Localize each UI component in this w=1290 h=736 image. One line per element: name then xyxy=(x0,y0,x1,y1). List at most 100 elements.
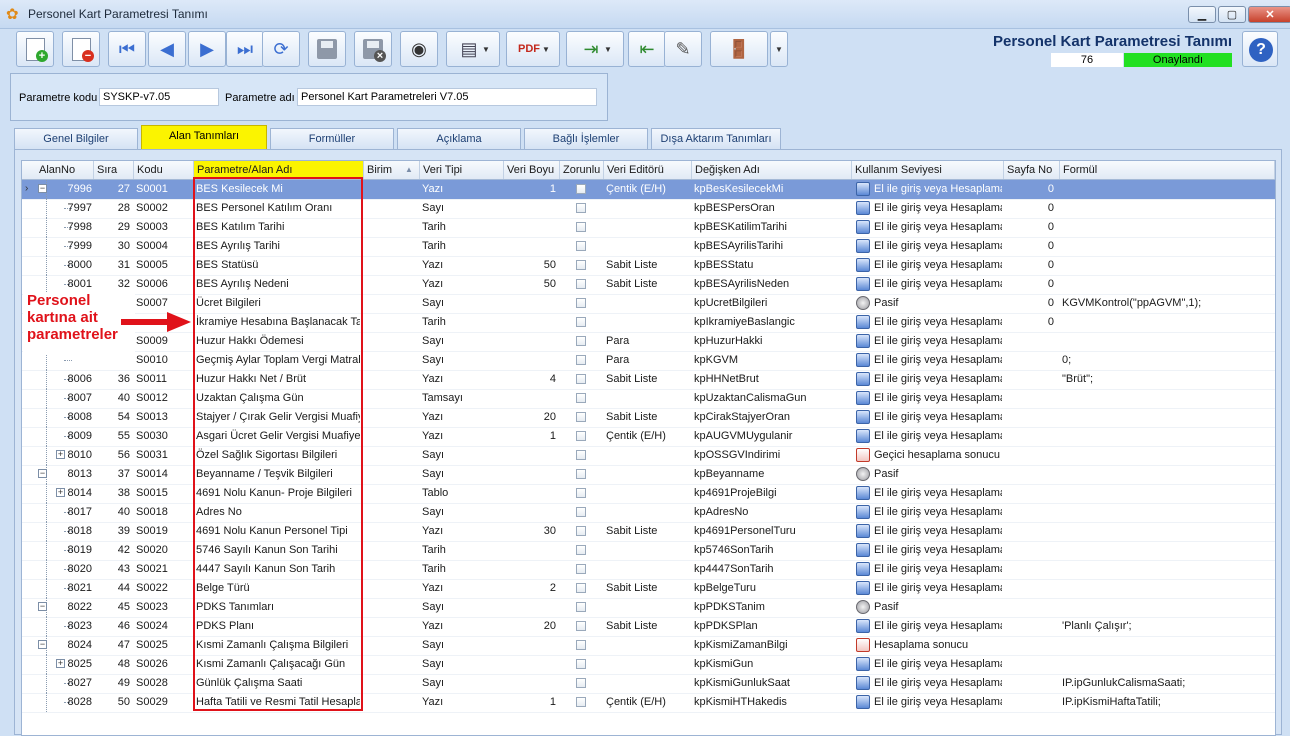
required-checkbox[interactable] xyxy=(576,621,586,631)
close-button[interactable]: ✕ xyxy=(1248,6,1290,23)
table-row[interactable]: 8028 50 S0029 Hafta Tatili ve Resmi Tatil H… xyxy=(22,693,1275,713)
table-row[interactable]: S0007 Ücret Bilgileri Sayı kpUcretBilgileri… xyxy=(22,294,1275,314)
table-row[interactable]: 8017 40 S0018 Adres No Sayı kpAdresNo El ile g… xyxy=(22,503,1275,523)
required-checkbox[interactable] xyxy=(576,317,586,327)
required-checkbox[interactable] xyxy=(576,203,586,213)
maximize-button[interactable]: ▢ xyxy=(1218,6,1246,23)
import-button[interactable]: ⇤ xyxy=(628,31,666,67)
table-row[interactable]: S0010 Geçmiş Aylar Toplam Vergi Matrahı Sa… xyxy=(22,351,1275,371)
delete-record-button[interactable]: − xyxy=(62,31,100,67)
table-row[interactable]: +8025 48 S0026 Kısmi Zamanlı Çalışacağı Gün… xyxy=(22,655,1275,675)
tab-bagli-islemler[interactable]: Bağlı İşlemler xyxy=(524,128,648,149)
table-row[interactable]: 7997 28 S0002 BES Personel Katılım Oranı Say… xyxy=(22,199,1275,219)
preview-button[interactable]: ◉ xyxy=(400,31,438,67)
column-header-alan[interactable]: AlanNo xyxy=(36,161,94,179)
first-record-button[interactable]: ⏮ xyxy=(108,31,146,67)
required-checkbox[interactable] xyxy=(576,431,586,441)
required-checkbox[interactable] xyxy=(576,507,586,517)
tools-button[interactable]: ✎ xyxy=(664,31,702,67)
exit-button[interactable]: 🚪 xyxy=(710,31,768,67)
column-header-degisken[interactable]: Değişken Adı xyxy=(692,161,852,179)
required-checkbox[interactable] xyxy=(576,697,586,707)
parameter-name-input[interactable]: Personel Kart Parametreleri V7.05 xyxy=(297,88,597,106)
column-header-tip[interactable]: Veri Tipi xyxy=(420,161,504,179)
help-button[interactable]: ? xyxy=(1242,31,1278,67)
table-row[interactable]: 8000 31 S0005 BES Statüsü Yazı 50 Sabit Liste k… xyxy=(22,256,1275,276)
table-row[interactable]: 8006 36 S0011 Huzur Hakkı Net / Brüt Yazı 4 Sa… xyxy=(22,370,1275,390)
exit-dropdown-button[interactable]: ▼ xyxy=(770,31,788,67)
table-row[interactable]: 8019 42 S0020 5746 Sayılı Kanun Son Tarihi T… xyxy=(22,541,1275,561)
table-row[interactable]: 7998 29 S0003 BES Katılım Tarihi Tarih kpBESK… xyxy=(22,218,1275,238)
required-checkbox[interactable] xyxy=(576,488,586,498)
required-checkbox[interactable] xyxy=(576,602,586,612)
new-record-button[interactable]: + xyxy=(16,31,54,67)
required-checkbox[interactable] xyxy=(576,659,586,669)
column-header-formul[interactable]: Formül xyxy=(1060,161,1275,179)
required-checkbox[interactable] xyxy=(576,279,586,289)
required-checkbox[interactable] xyxy=(576,678,586,688)
tab-disa-aktarim[interactable]: Dışa Aktarım Tanımları xyxy=(651,128,781,149)
previous-record-button[interactable]: ◀ xyxy=(148,31,186,67)
required-checkbox[interactable] xyxy=(576,640,586,650)
save-button[interactable] xyxy=(308,31,346,67)
tab-alan-tanimlari[interactable]: Alan Tanımları xyxy=(141,125,267,149)
table-row[interactable]: 8008 54 S0013 Stajyer / Çırak Gelir Vergisi… xyxy=(22,408,1275,428)
cell-seviye: El ile giriş veya Hesaplama xyxy=(874,696,1002,708)
table-row[interactable]: İkramiye Hesabına Başlanacak Tarih Tarih k… xyxy=(22,313,1275,333)
pdf-export-button[interactable]: PDF ▼ xyxy=(506,31,560,67)
required-checkbox[interactable] xyxy=(576,260,586,270)
table-row[interactable]: −8024 47 S0025 Kısmi Zamanlı Çalışma Bilgil… xyxy=(22,636,1275,656)
table-row[interactable]: −8013 37 S0014 Beyanname / Teşvik Bilgileri… xyxy=(22,465,1275,485)
table-row[interactable]: 8007 40 S0012 Uzaktan Çalışma Gün Tamsayı kpU… xyxy=(22,389,1275,409)
tab-genel-bilgiler[interactable]: Genel Bilgiler xyxy=(14,128,138,149)
required-checkbox[interactable] xyxy=(576,241,586,251)
column-header-ad[interactable]: Parametre/Alan Adı xyxy=(194,161,364,179)
table-row[interactable]: 8001 32 S0006 BES Ayrılış Nedeni Yazı 50 Sabit… xyxy=(22,275,1275,295)
refresh-button[interactable]: ⟳ xyxy=(262,31,300,67)
table-row[interactable]: 8020 43 S0021 4447 Sayılı Kanun Son Tarih Ta… xyxy=(22,560,1275,580)
table-row[interactable]: +8014 38 S0015 4691 Nolu Kanun- Proje Bilgi… xyxy=(22,484,1275,504)
table-row[interactable]: 8018 39 S0019 4691 Nolu Kanun Personel Tipi… xyxy=(22,522,1275,542)
parameter-code-input[interactable]: SYSKP-v7.05 xyxy=(99,88,219,106)
table-row[interactable]: 7999 30 S0004 BES Ayrılış Tarihi Tarih kpBESA… xyxy=(22,237,1275,257)
table-row[interactable]: −8022 45 S0023 PDKS Tanımları Sayı kpPDKSTani… xyxy=(22,598,1275,618)
required-checkbox[interactable] xyxy=(576,184,586,194)
required-checkbox[interactable] xyxy=(576,336,586,346)
column-header-sira[interactable]: Sıra xyxy=(94,161,134,179)
cancel-save-button[interactable]: × xyxy=(354,31,392,67)
required-checkbox[interactable] xyxy=(576,298,586,308)
column-header-kodu[interactable]: Kodu xyxy=(134,161,194,179)
required-checkbox[interactable] xyxy=(576,450,586,460)
minimize-button[interactable]: ▁ xyxy=(1188,6,1216,23)
column-header-boy[interactable]: Veri Boyu xyxy=(504,161,560,179)
column-header-sayfa[interactable]: Sayfa No xyxy=(1004,161,1060,179)
manual-entry-icon xyxy=(856,619,870,633)
required-checkbox[interactable] xyxy=(576,469,586,479)
required-checkbox[interactable] xyxy=(576,222,586,232)
required-checkbox[interactable] xyxy=(576,355,586,365)
required-checkbox[interactable] xyxy=(576,564,586,574)
table-row[interactable]: +8010 56 S0031 Özel Sağlık Sigortası Bilgil… xyxy=(22,446,1275,466)
required-checkbox[interactable] xyxy=(576,526,586,536)
required-checkbox[interactable] xyxy=(576,583,586,593)
table-row[interactable]: › −7996 27 S0001 BES Kesilecek Mi Yazı 1 Çentik… xyxy=(22,180,1275,200)
table-row[interactable]: S0009 Huzur Hakkı Ödemesi Sayı Para kpHuzurH… xyxy=(22,332,1275,352)
tab-formuller[interactable]: Formüller xyxy=(270,128,394,149)
column-header-seviye[interactable]: Kullanım Seviyesi xyxy=(852,161,1004,179)
print-button[interactable]: ▤ ▼ xyxy=(446,31,500,67)
table-row[interactable]: 8023 46 S0024 PDKS Planı Yazı 20 Sabit Liste kp… xyxy=(22,617,1275,637)
required-checkbox[interactable] xyxy=(576,393,586,403)
table-row[interactable]: 8021 44 S0022 Belge Türü Yazı 2 Sabit Liste kpB… xyxy=(22,579,1275,599)
last-record-button[interactable]: ⏭ xyxy=(226,31,264,67)
export-button[interactable]: ⇥ ▼ xyxy=(566,31,624,67)
required-checkbox[interactable] xyxy=(576,545,586,555)
required-checkbox[interactable] xyxy=(576,374,586,384)
table-row[interactable]: 8027 49 S0028 Günlük Çalışma Saati Sayı kpKis… xyxy=(22,674,1275,694)
tab-aciklama[interactable]: Açıklama xyxy=(397,128,521,149)
required-checkbox[interactable] xyxy=(576,412,586,422)
next-record-button[interactable]: ▶ xyxy=(188,31,226,67)
fields-grid[interactable]: AlanNo Sıra Kodu Parametre/Alan Adı Birim Ver… xyxy=(21,160,1276,736)
column-header-zorunlu[interactable]: Zorunlu xyxy=(560,161,604,179)
table-row[interactable]: 8009 55 S0030 Asgari Ücret Gelir Vergisi Mu… xyxy=(22,427,1275,447)
column-header-editor[interactable]: Veri Editörü xyxy=(604,161,692,179)
